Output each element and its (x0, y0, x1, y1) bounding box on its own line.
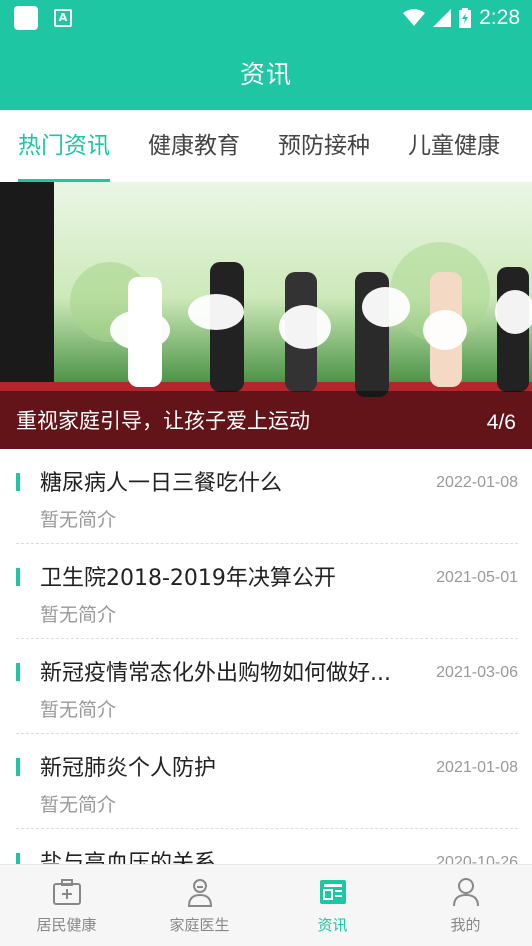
news-item[interactable]: 新冠疫情常态化外出购物如何做好... 2021-03-06 暂无简介 (16, 639, 518, 734)
tab-vaccination[interactable]: 预防接种 (278, 110, 370, 182)
banner-carousel[interactable]: 重视家庭引导，让孩子爱上运动 4/6 (0, 182, 532, 449)
doctor-icon (187, 879, 212, 907)
category-tabs: 热门资讯 健康教育 预防接种 儿童健康 (0, 110, 532, 182)
notification-a-icon: A (54, 9, 72, 27)
bottom-navigation: 居民健康 家庭医生 资讯 我的 (0, 864, 532, 946)
page-title: 资讯 (239, 60, 292, 89)
nav-label: 居民健康 (36, 916, 97, 934)
wifi-icon (403, 9, 426, 26)
news-title: 新冠肺炎个人防护 (40, 756, 217, 781)
news-date: 2021-05-01 (436, 569, 518, 586)
status-bar: A 2:28 (0, 0, 532, 36)
app-notification-icon (14, 6, 38, 30)
nav-label: 家庭医生 (169, 916, 230, 934)
news-date: 2021-01-08 (436, 759, 518, 776)
news-icon (319, 880, 346, 904)
news-summary: 暂无简介 (40, 604, 117, 626)
signal-icon (433, 9, 452, 27)
news-summary: 暂无简介 (40, 509, 117, 531)
news-summary: 暂无简介 (40, 794, 117, 816)
nav-family-doctor[interactable]: 家庭医生 (133, 865, 266, 946)
tab-child-health[interactable]: 儿童健康 (408, 110, 500, 182)
profile-icon (452, 878, 479, 907)
tab-hot-news[interactable]: 热门资讯 (18, 110, 110, 182)
list-marker (16, 568, 20, 586)
news-list: 糖尿病人一日三餐吃什么 2022-01-08 暂无简介 卫生院2018-2019… (0, 449, 532, 864)
news-date: 2021-03-06 (436, 664, 518, 681)
tab-health-education[interactable]: 健康教育 (148, 110, 240, 182)
news-title: 新冠疫情常态化外出购物如何做好... (40, 661, 391, 686)
news-date: 2020-10-26 (436, 854, 518, 864)
list-marker (16, 758, 20, 776)
news-title: 盐与高血压的关系 (40, 851, 217, 864)
news-title: 卫生院2018-2019年决算公开 (40, 566, 336, 591)
nav-label: 我的 (450, 916, 481, 934)
news-summary: 暂无简介 (40, 699, 117, 721)
news-item[interactable]: 新冠肺炎个人防护 2021-01-08 暂无简介 (16, 734, 518, 829)
banner-page-indicator: 4/6 (486, 411, 516, 434)
list-marker (16, 473, 20, 491)
list-marker (16, 853, 20, 864)
banner-caption: 重视家庭引导，让孩子爱上运动 (16, 409, 310, 433)
news-item[interactable]: 盐与高血压的关系 2020-10-26 (16, 829, 518, 864)
nav-label: 资讯 (317, 916, 348, 934)
medical-kit-icon (52, 879, 81, 905)
news-item[interactable]: 卫生院2018-2019年决算公开 2021-05-01 暂无简介 (16, 544, 518, 639)
status-time: 2:28 (479, 6, 520, 29)
nav-news[interactable]: 资讯 (266, 865, 399, 946)
nav-profile[interactable]: 我的 (399, 865, 532, 946)
list-marker (16, 663, 20, 681)
news-title: 糖尿病人一日三餐吃什么 (40, 471, 283, 496)
news-item[interactable]: 糖尿病人一日三餐吃什么 2022-01-08 暂无简介 (16, 449, 518, 544)
battery-icon (459, 8, 472, 28)
nav-resident-health[interactable]: 居民健康 (0, 865, 133, 946)
news-date: 2022-01-08 (436, 474, 518, 491)
app-header: 资讯 (0, 36, 532, 110)
